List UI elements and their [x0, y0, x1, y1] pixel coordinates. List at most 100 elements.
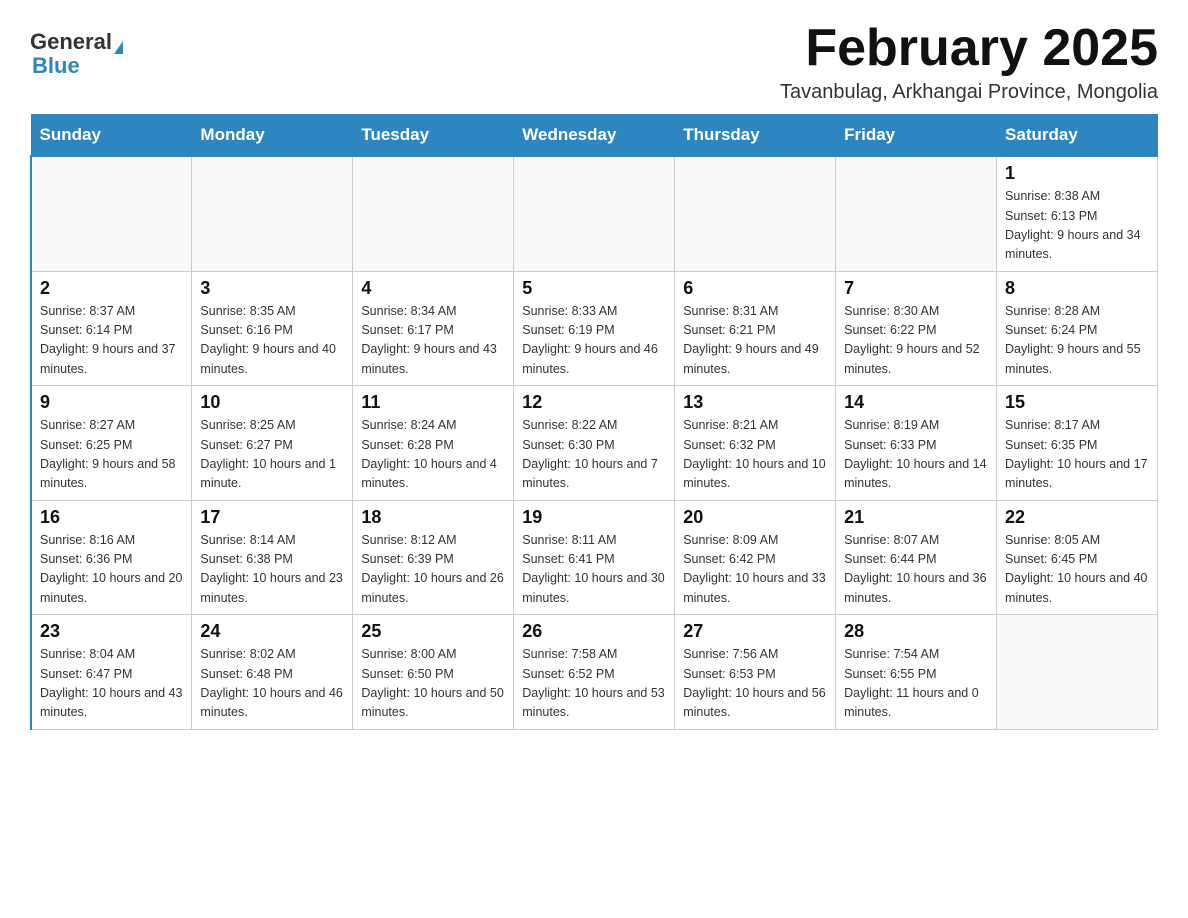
logo-general-text: General: [30, 29, 112, 54]
header: General Blue February 2025 Tavanbulag, A…: [30, 20, 1158, 104]
page-subtitle: Tavanbulag, Arkhangai Province, Mongolia: [780, 81, 1158, 104]
day-info: Sunrise: 8:34 AM Sunset: 6:17 PM Dayligh…: [361, 302, 505, 380]
day-number: 8: [1005, 278, 1149, 299]
calendar-week-row: 16 Sunrise: 8:16 AM Sunset: 6:36 PM Dayli…: [31, 500, 1158, 615]
day-number: 7: [844, 278, 988, 299]
day-number: 26: [522, 621, 666, 642]
calendar-cell: 9Sunrise: 8:27 AM Sunset: 6:25 PM Daylig…: [31, 386, 192, 501]
day-number: 12: [522, 392, 666, 413]
calendar-header-friday: Friday: [836, 115, 997, 157]
day-number: 27: [683, 621, 827, 642]
calendar-header-sunday: Sunday: [31, 115, 192, 157]
day-number: 9: [40, 392, 183, 413]
day-info: Sunrise: 8:07 AM Sunset: 6:44 PM Dayligh…: [844, 531, 988, 609]
calendar-week-row: 2Sunrise: 8:37 AM Sunset: 6:14 PM Daylig…: [31, 271, 1158, 386]
day-info: Sunrise: 8:19 AM Sunset: 6:33 PM Dayligh…: [844, 416, 988, 494]
calendar-cell: 8Sunrise: 8:28 AM Sunset: 6:24 PM Daylig…: [997, 271, 1158, 386]
calendar-cell: 17 Sunrise: 8:14 AM Sunset: 6:38 PM Dayli…: [192, 500, 353, 615]
day-number: 5: [522, 278, 666, 299]
day-number: 11: [361, 392, 505, 413]
calendar-cell: [675, 156, 836, 271]
day-info: Sunrise: 8:14 AM Sunset: 6:38 PM Dayligh…: [200, 531, 344, 609]
calendar-week-row: 23 Sunrise: 8:04 AM Sunset: 6:47 PM Dayli…: [31, 615, 1158, 730]
day-info: Sunrise: 8:35 AM Sunset: 6:16 PM Dayligh…: [200, 302, 344, 380]
day-info: Sunrise: 7:56 AM Sunset: 6:53 PM Dayligh…: [683, 645, 827, 723]
calendar-cell: 7 Sunrise: 8:30 AM Sunset: 6:22 PM Daylig…: [836, 271, 997, 386]
day-number: 20: [683, 507, 827, 528]
day-info: Sunrise: 8:00 AM Sunset: 6:50 PM Dayligh…: [361, 645, 505, 723]
logo-triangle-icon: [114, 41, 123, 54]
day-info: Sunrise: 8:30 AM Sunset: 6:22 PM Dayligh…: [844, 302, 988, 380]
logo-text: General Blue: [30, 30, 123, 78]
day-info: Sunrise: 8:16 AM Sunset: 6:36 PM Dayligh…: [40, 531, 183, 609]
calendar-cell: 19 Sunrise: 8:11 AM Sunset: 6:41 PM Dayli…: [514, 500, 675, 615]
day-info: Sunrise: 8:33 AM Sunset: 6:19 PM Dayligh…: [522, 302, 666, 380]
calendar-cell: 16 Sunrise: 8:16 AM Sunset: 6:36 PM Dayli…: [31, 500, 192, 615]
calendar-cell: 11 Sunrise: 8:24 AM Sunset: 6:28 PM Dayli…: [353, 386, 514, 501]
day-number: 4: [361, 278, 505, 299]
calendar-cell: [514, 156, 675, 271]
day-number: 16: [40, 507, 183, 528]
calendar-week-row: 1 Sunrise: 8:38 AM Sunset: 6:13 PM Daylig…: [31, 156, 1158, 271]
day-number: 18: [361, 507, 505, 528]
day-info: Sunrise: 8:37 AM Sunset: 6:14 PM Dayligh…: [40, 302, 183, 380]
calendar-cell: 20 Sunrise: 8:09 AM Sunset: 6:42 PM Dayli…: [675, 500, 836, 615]
day-info: Sunrise: 8:11 AM Sunset: 6:41 PM Dayligh…: [522, 531, 666, 609]
calendar-cell: 12 Sunrise: 8:22 AM Sunset: 6:30 PM Dayli…: [514, 386, 675, 501]
calendar-cell: 14 Sunrise: 8:19 AM Sunset: 6:33 PM Dayli…: [836, 386, 997, 501]
day-info: Sunrise: 7:54 AM Sunset: 6:55 PM Dayligh…: [844, 645, 988, 723]
calendar-cell: 1 Sunrise: 8:38 AM Sunset: 6:13 PM Daylig…: [997, 156, 1158, 271]
calendar-cell: 4 Sunrise: 8:34 AM Sunset: 6:17 PM Daylig…: [353, 271, 514, 386]
day-info: Sunrise: 8:24 AM Sunset: 6:28 PM Dayligh…: [361, 416, 505, 494]
calendar-cell: 6Sunrise: 8:31 AM Sunset: 6:21 PM Daylig…: [675, 271, 836, 386]
calendar-cell: [997, 615, 1158, 730]
calendar-header-wednesday: Wednesday: [514, 115, 675, 157]
day-info: Sunrise: 8:22 AM Sunset: 6:30 PM Dayligh…: [522, 416, 666, 494]
calendar-cell: 27 Sunrise: 7:56 AM Sunset: 6:53 PM Dayli…: [675, 615, 836, 730]
day-number: 10: [200, 392, 344, 413]
day-number: 17: [200, 507, 344, 528]
calendar-header-thursday: Thursday: [675, 115, 836, 157]
day-info: Sunrise: 8:17 AM Sunset: 6:35 PM Dayligh…: [1005, 416, 1149, 494]
title-area: February 2025 Tavanbulag, Arkhangai Prov…: [780, 20, 1158, 104]
day-info: Sunrise: 8:38 AM Sunset: 6:13 PM Dayligh…: [1005, 187, 1149, 265]
day-number: 1: [1005, 163, 1149, 184]
day-info: Sunrise: 8:04 AM Sunset: 6:47 PM Dayligh…: [40, 645, 183, 723]
calendar-cell: 25Sunrise: 8:00 AM Sunset: 6:50 PM Dayli…: [353, 615, 514, 730]
calendar-cell: 21Sunrise: 8:07 AM Sunset: 6:44 PM Dayli…: [836, 500, 997, 615]
day-number: 6: [683, 278, 827, 299]
calendar-cell: [192, 156, 353, 271]
calendar-cell: 28 Sunrise: 7:54 AM Sunset: 6:55 PM Dayli…: [836, 615, 997, 730]
day-info: Sunrise: 8:21 AM Sunset: 6:32 PM Dayligh…: [683, 416, 827, 494]
day-number: 15: [1005, 392, 1149, 413]
calendar-cell: 22Sunrise: 8:05 AM Sunset: 6:45 PM Dayli…: [997, 500, 1158, 615]
day-info: Sunrise: 8:09 AM Sunset: 6:42 PM Dayligh…: [683, 531, 827, 609]
day-info: Sunrise: 8:05 AM Sunset: 6:45 PM Dayligh…: [1005, 531, 1149, 609]
logo-blue-text: Blue: [32, 53, 80, 78]
logo: General Blue: [30, 20, 123, 78]
day-number: 28: [844, 621, 988, 642]
calendar-cell: [836, 156, 997, 271]
day-number: 23: [40, 621, 183, 642]
calendar-cell: 10 Sunrise: 8:25 AM Sunset: 6:27 PM Dayli…: [192, 386, 353, 501]
calendar-cell: [31, 156, 192, 271]
calendar-header-tuesday: Tuesday: [353, 115, 514, 157]
day-number: 14: [844, 392, 988, 413]
calendar-cell: 23 Sunrise: 8:04 AM Sunset: 6:47 PM Dayli…: [31, 615, 192, 730]
day-number: 13: [683, 392, 827, 413]
day-info: Sunrise: 8:25 AM Sunset: 6:27 PM Dayligh…: [200, 416, 344, 494]
calendar: SundayMondayTuesdayWednesdayThursdayFrid…: [30, 114, 1158, 730]
day-info: Sunrise: 7:58 AM Sunset: 6:52 PM Dayligh…: [522, 645, 666, 723]
calendar-header-saturday: Saturday: [997, 115, 1158, 157]
day-info: Sunrise: 8:12 AM Sunset: 6:39 PM Dayligh…: [361, 531, 505, 609]
calendar-cell: [353, 156, 514, 271]
calendar-cell: 15 Sunrise: 8:17 AM Sunset: 6:35 PM Dayli…: [997, 386, 1158, 501]
calendar-header-row: SundayMondayTuesdayWednesdayThursdayFrid…: [31, 115, 1158, 157]
day-number: 24: [200, 621, 344, 642]
calendar-cell: 13 Sunrise: 8:21 AM Sunset: 6:32 PM Dayli…: [675, 386, 836, 501]
day-info: Sunrise: 8:02 AM Sunset: 6:48 PM Dayligh…: [200, 645, 344, 723]
day-number: 19: [522, 507, 666, 528]
calendar-cell: 2Sunrise: 8:37 AM Sunset: 6:14 PM Daylig…: [31, 271, 192, 386]
calendar-header-monday: Monday: [192, 115, 353, 157]
calendar-cell: 5 Sunrise: 8:33 AM Sunset: 6:19 PM Daylig…: [514, 271, 675, 386]
